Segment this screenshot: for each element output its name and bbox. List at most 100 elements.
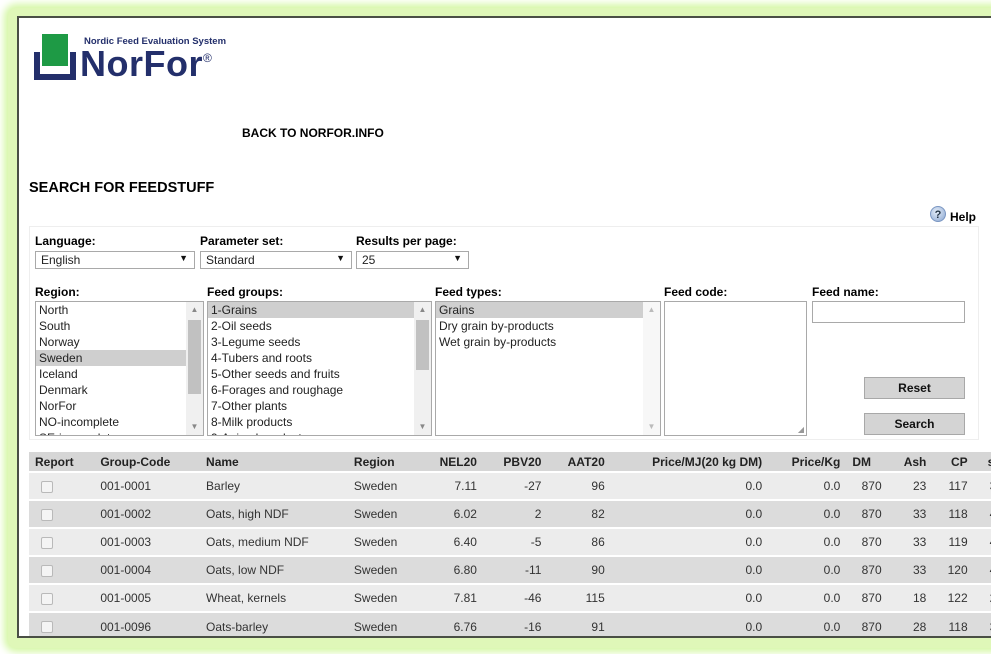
cell-name: Oats, medium NDF: [200, 527, 348, 556]
language-select[interactable]: English ▼: [35, 251, 195, 269]
cell-aat20: 91: [547, 611, 611, 636]
feed-types-label: Feed types:: [435, 285, 502, 299]
region-option[interactable]: South: [36, 318, 186, 334]
report-checkbox[interactable]: [41, 536, 53, 549]
scroll-down-icon[interactable]: ▼: [643, 419, 660, 435]
cell-ash: 33: [887, 527, 933, 556]
table-row: 001-0003 Oats, medium NDF Sweden 6.40 -5 86 0.…: [29, 527, 991, 556]
cell-price-mj: 0.0: [610, 471, 769, 500]
table-row: 001-0096 Oats-barley Sweden 6.76 -16 91 0.0 0.0…: [29, 611, 991, 636]
scrollbar-thumb[interactable]: [416, 320, 429, 370]
parameter-set-select[interactable]: Standard ▼: [200, 251, 352, 269]
scroll-up-icon[interactable]: ▲: [643, 302, 660, 318]
table-row: 001-0001 Barley Sweden 7.11 -27 96 0.0 0.0 870 23…: [29, 471, 991, 500]
feed-types-listbox[interactable]: Grains Dry grain by-products Wet grain by-…: [435, 301, 661, 436]
cell-price-kg: 0.0: [768, 555, 847, 584]
results-table: Report Group-Code Name Region NEL20 PBV20 AAT2…: [29, 452, 991, 636]
cell-price-kg: 0.0: [768, 471, 847, 500]
column-header-price-mj-20-kg-dm[interactable]: Price/MJ(20 kg DM): [610, 452, 769, 472]
browser-frame: Nordic Feed Evaluation System NorFor® BA…: [17, 16, 991, 638]
norfor-logo[interactable]: Nordic Feed Evaluation System NorFor®: [28, 32, 258, 92]
column-header-pbv20[interactable]: PBV20: [482, 452, 548, 472]
region-scrollbar[interactable]: ▲ ▼: [186, 302, 203, 435]
cell-price-kg: 0.0: [768, 499, 847, 528]
column-header-name[interactable]: Name: [200, 452, 348, 472]
feed-groups-option[interactable]: 5-Other seeds and fruits: [208, 366, 414, 382]
cell-ash: 18: [887, 583, 933, 612]
cell-price-kg: 0.0: [768, 611, 847, 636]
column-header-price-kg[interactable]: Price/Kg: [768, 452, 847, 472]
feed-types-option[interactable]: Wet grain by-products: [436, 334, 643, 350]
column-header-report[interactable]: Report: [29, 452, 95, 472]
back-to-norfor-link[interactable]: BACK TO NORFOR.INFO: [242, 126, 384, 140]
report-checkbox[interactable]: [41, 480, 53, 493]
feed-name-input[interactable]: [812, 301, 965, 323]
column-header-nel20[interactable]: NEL20: [419, 452, 483, 472]
cell-nel20: 6.40: [419, 527, 483, 556]
cell-scp: 40: [973, 555, 991, 584]
results-per-page-value: 25: [362, 253, 376, 267]
help-button[interactable]: ? Help: [930, 204, 976, 224]
column-header-sc[interactable]: sC: [973, 452, 991, 472]
region-option[interactable]: Iceland: [36, 366, 186, 382]
language-value: English: [41, 253, 81, 267]
region-listbox[interactable]: North South Norway Sweden Iceland Denmark NorF…: [35, 301, 204, 436]
cell-dm: 870: [846, 555, 888, 584]
column-header-cp[interactable]: CP: [932, 452, 974, 472]
region-option[interactable]: NorFor: [36, 398, 186, 414]
cell-code: 001-0096: [94, 611, 201, 636]
feed-group-options: 1-Grains 2-Oil seeds 3-Legume seeds 4-Tuber…: [208, 302, 431, 435]
results-per-page-select[interactable]: 25 ▼: [356, 251, 469, 269]
region-option[interactable]: NO-incomplete: [36, 414, 186, 430]
search-button[interactable]: Search: [864, 413, 965, 435]
report-checkbox[interactable]: [41, 592, 53, 605]
report-cell: [29, 499, 95, 528]
cell-pbv20: 2: [482, 499, 548, 528]
cell-aat20: 96: [547, 471, 611, 500]
report-checkbox[interactable]: [41, 564, 53, 577]
column-header-group-code[interactable]: Group-Code: [94, 452, 201, 472]
column-header-dm[interactable]: DM: [846, 452, 888, 472]
scrollbar-thumb[interactable]: [188, 320, 201, 394]
column-header-aat20[interactable]: AAT20: [547, 452, 611, 472]
cell-name: Barley: [200, 471, 348, 500]
column-header-ash[interactable]: Ash: [887, 452, 933, 472]
cell-code: 001-0003: [94, 527, 201, 556]
resize-grip-icon[interactable]: ◢: [798, 425, 804, 434]
report-checkbox[interactable]: [41, 508, 53, 521]
feed-types-option[interactable]: Grains: [436, 302, 643, 318]
feed-groups-option[interactable]: 9-Animal products: [208, 430, 414, 435]
region-options: North South Norway Sweden Iceland Denmark NorF…: [36, 302, 203, 435]
feed-types-scrollbar[interactable]: ▲ ▼: [643, 302, 660, 435]
cell-nel20: 6.02: [419, 499, 483, 528]
feed-groups-option[interactable]: 8-Milk products: [208, 414, 414, 430]
feed-groups-option[interactable]: 6-Forages and roughage: [208, 382, 414, 398]
scroll-down-icon[interactable]: ▼: [414, 419, 431, 435]
region-option[interactable]: SE-incomplete: [36, 430, 186, 435]
scroll-down-icon[interactable]: ▼: [186, 419, 203, 435]
table-body: 001-0001 Barley Sweden 7.11 -27 96 0.0 0.0 870 23…: [29, 471, 991, 636]
region-option[interactable]: Denmark: [36, 382, 186, 398]
feed-groups-option[interactable]: 2-Oil seeds: [208, 318, 414, 334]
feed-groups-option[interactable]: 4-Tubers and roots: [208, 350, 414, 366]
region-option[interactable]: North: [36, 302, 186, 318]
cell-code: 001-0005: [94, 583, 201, 612]
feed-groups-option[interactable]: 1-Grains: [208, 302, 414, 318]
region-option[interactable]: Norway: [36, 334, 186, 350]
region-option[interactable]: Sweden: [36, 350, 186, 366]
feed-types-option[interactable]: Dry grain by-products: [436, 318, 643, 334]
scroll-up-icon[interactable]: ▲: [414, 302, 431, 318]
cell-dm: 870: [846, 611, 888, 636]
column-header-region[interactable]: Region: [347, 452, 420, 472]
feed-code-textarea[interactable]: ◢: [664, 301, 807, 436]
report-cell: [29, 555, 95, 584]
feed-groups-listbox[interactable]: 1-Grains 2-Oil seeds 3-Legume seeds 4-Tuber…: [207, 301, 432, 436]
cell-aat20: 90: [547, 555, 611, 584]
cell-dm: 870: [846, 471, 888, 500]
scroll-up-icon[interactable]: ▲: [186, 302, 203, 318]
feed-groups-option[interactable]: 3-Legume seeds: [208, 334, 414, 350]
feed-groups-scrollbar[interactable]: ▲ ▼: [414, 302, 431, 435]
reset-button[interactable]: Reset: [864, 377, 965, 399]
report-checkbox[interactable]: [41, 621, 53, 634]
feed-groups-option[interactable]: 7-Other plants: [208, 398, 414, 414]
